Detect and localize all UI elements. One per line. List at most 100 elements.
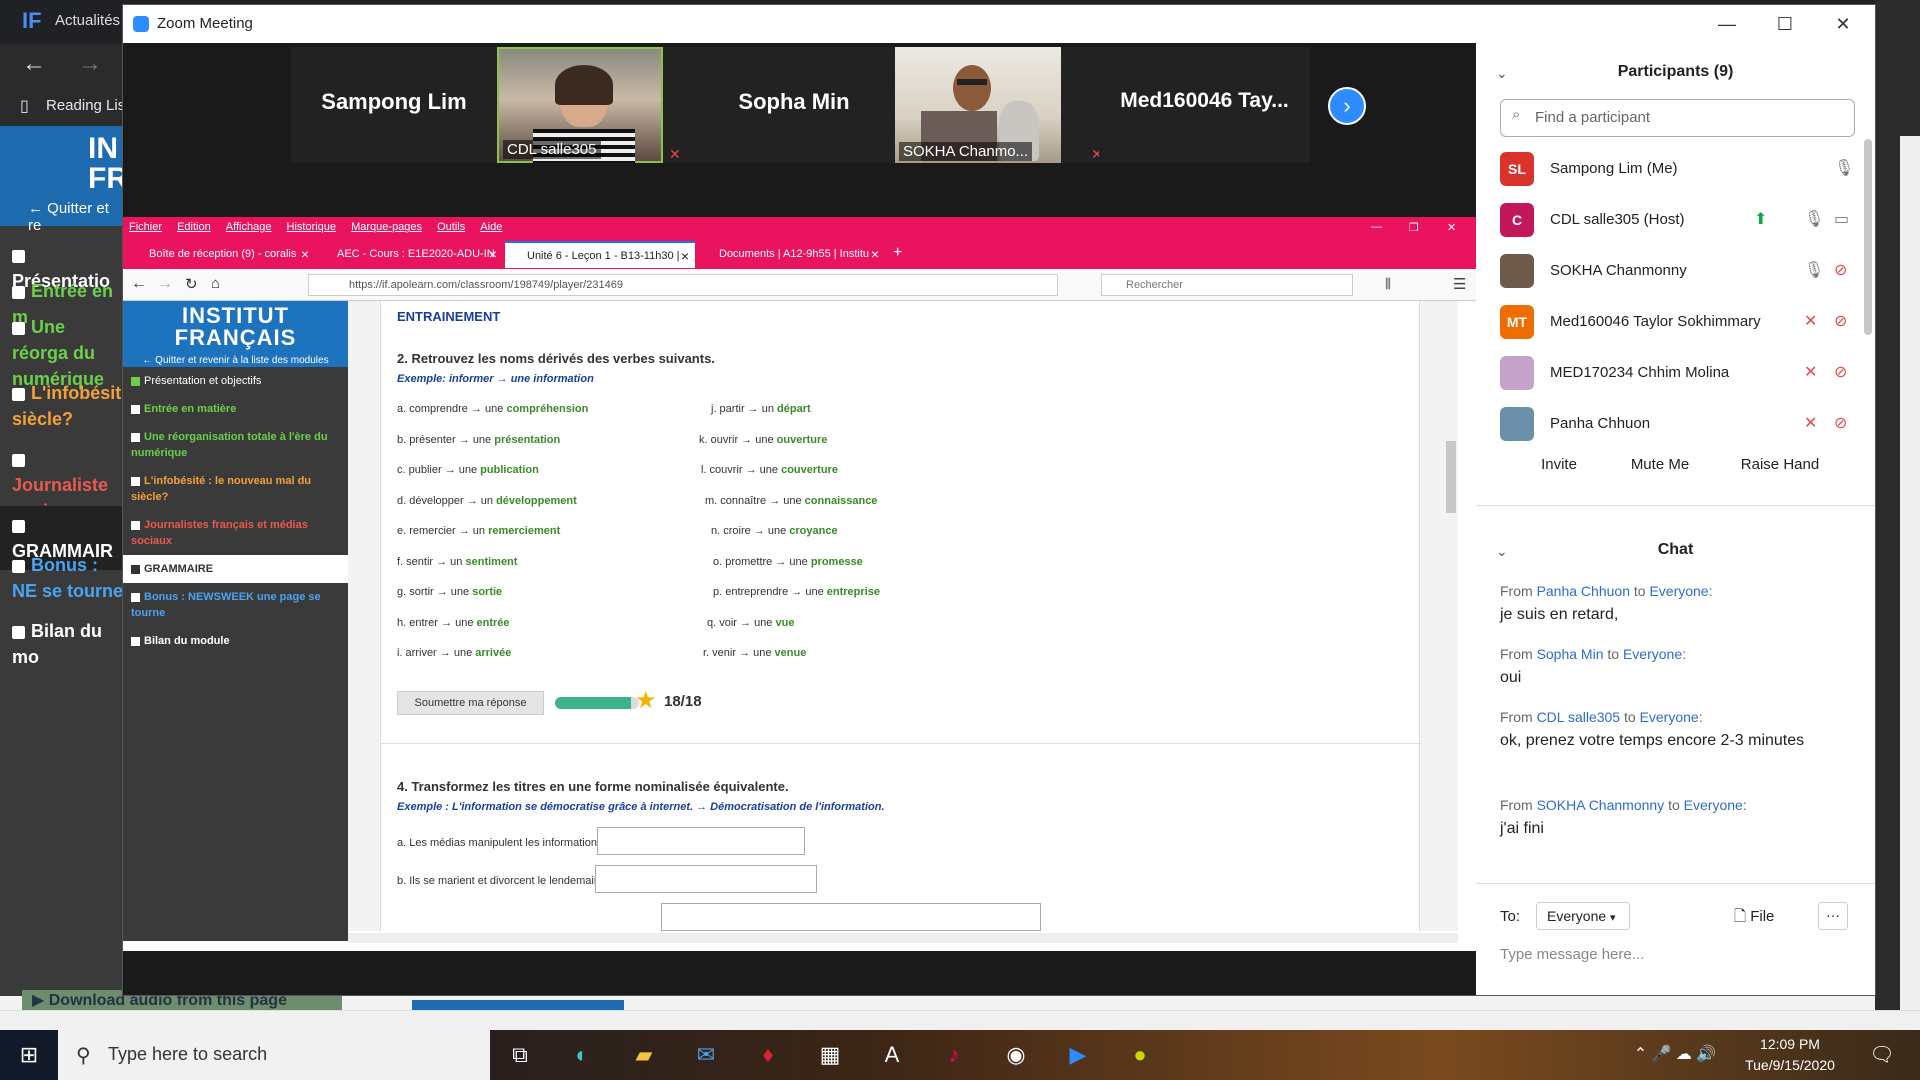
tab-close-icon[interactable]: × bbox=[489, 246, 497, 262]
zoom-taskbar-icon[interactable]: ▶ bbox=[1058, 1038, 1098, 1072]
tab-close-icon[interactable]: × bbox=[871, 246, 879, 262]
library-icon[interactable]: ⫼ bbox=[1385, 276, 1391, 292]
reading-list-bookmark[interactable]: Reading Lis bbox=[46, 97, 125, 114]
submit-answer-button[interactable]: Soumettre ma réponse bbox=[397, 691, 544, 715]
chat-sender-link[interactable]: CDL salle305 bbox=[1537, 709, 1621, 725]
find-participant-input[interactable]: Find a participant bbox=[1500, 99, 1855, 137]
video-off-icon[interactable]: ⊘ bbox=[1834, 311, 1847, 331]
menu-edition[interactable]: Edition bbox=[171, 217, 217, 237]
close-icon[interactable]: ✕ bbox=[1823, 11, 1863, 37]
chat-sender-link[interactable]: Panha Chhuon bbox=[1537, 583, 1630, 599]
edge-browser-icon[interactable]: ◐ bbox=[562, 1038, 602, 1072]
new-tab-icon[interactable]: + bbox=[893, 244, 902, 262]
tab-inbox[interactable]: Boîte de réception (9) - coralis × bbox=[127, 241, 315, 268]
mic-icon[interactable]: 🎙 bbox=[1804, 209, 1824, 229]
video-tile-sopha-min[interactable]: Sopha Min bbox=[691, 47, 897, 163]
notification-icon[interactable]: 🗨 bbox=[1862, 1038, 1902, 1072]
ff-restore-icon[interactable]: ❐ bbox=[1409, 221, 1419, 234]
reload-icon[interactable]: ↻ bbox=[185, 275, 198, 293]
chat-recipient-link[interactable]: Everyone bbox=[1640, 709, 1699, 725]
store-icon[interactable]: ▦ bbox=[810, 1038, 850, 1072]
menu-fichier[interactable]: Fichier bbox=[123, 217, 168, 237]
video-off-icon[interactable]: ⊘ bbox=[1834, 260, 1847, 280]
mute-me-button[interactable]: Mute Me bbox=[1620, 451, 1700, 479]
menu-affichage[interactable]: Affichage bbox=[220, 217, 278, 237]
participant-row[interactable]: SOKHA Chanmonny 🎙 ⊘ bbox=[1500, 251, 1855, 291]
video-camera-icon[interactable]: ▭ bbox=[1834, 209, 1849, 229]
course-module-item[interactable]: Une réorganisation totale à l'ère du num… bbox=[123, 423, 348, 467]
menu-outils[interactable]: Outils bbox=[431, 217, 471, 237]
video-tile-sampong-lim[interactable]: Sampong Lim bbox=[291, 47, 497, 163]
participant-row[interactable]: MED170234 Chhim Molina ✕ ⊘ bbox=[1500, 353, 1855, 393]
answer-input-b[interactable] bbox=[595, 865, 817, 893]
taskbar-clock[interactable]: 12:09 PM Tue/9/15/2020 bbox=[1740, 1034, 1840, 1076]
tab-aec-cours[interactable]: AEC - Cours : E1E2020-ADU-IN × bbox=[315, 241, 503, 268]
invite-button[interactable]: Invite bbox=[1528, 451, 1590, 479]
forward-arrow-icon[interactable]: → bbox=[78, 50, 102, 78]
participant-row[interactable]: Panha Chhuon ✕ ⊘ bbox=[1500, 404, 1855, 444]
menu-historique[interactable]: Historique bbox=[281, 217, 343, 237]
tab-close-icon[interactable]: × bbox=[301, 246, 309, 262]
more-options-button[interactable]: ··· bbox=[1818, 902, 1848, 930]
content-horizontal-scrollbar[interactable] bbox=[348, 933, 1458, 943]
menu-marque-pages[interactable]: Marque-pages bbox=[345, 217, 428, 237]
forward-icon[interactable]: → bbox=[157, 275, 173, 293]
tab-unite-6[interactable]: Unité 6 - Leçon 1 - B13-11h30 | × bbox=[505, 241, 695, 268]
acrobat-icon[interactable]: A bbox=[872, 1038, 912, 1072]
file-explorer-icon[interactable]: ▰ bbox=[624, 1038, 664, 1072]
tab-documents[interactable]: Documents | A12-9h55 | Institu × bbox=[697, 241, 885, 268]
participant-row[interactable]: C CDL salle305 (Host) ⬆ 🎙 ▭ bbox=[1500, 200, 1855, 240]
taskbar-search-input[interactable]: ⚲ Type here to search bbox=[58, 1030, 490, 1080]
chat-recipient-link[interactable]: Everyone bbox=[1684, 797, 1743, 813]
mail-icon[interactable]: ✉ bbox=[686, 1038, 726, 1072]
participant-row[interactable]: MT Med160046 Taylor Sokhimmary ✕ ⊘ bbox=[1500, 302, 1855, 342]
firefox-search-input[interactable]: Rechercher bbox=[1101, 274, 1353, 296]
participant-row[interactable]: SL Sampong Lim (Me) 🎙 bbox=[1500, 149, 1855, 189]
mic-icon[interactable]: 🎙 bbox=[1834, 158, 1854, 178]
url-bar[interactable]: https://if.apolearn.com/classroom/198749… bbox=[308, 274, 1058, 296]
ff-minimize-icon[interactable]: — bbox=[1371, 221, 1382, 233]
background-quit-link[interactable]: ← Quitter et re bbox=[28, 200, 125, 234]
minimize-icon[interactable]: — bbox=[1707, 11, 1747, 37]
chat-sender-link[interactable]: SOKHA Chanmonny bbox=[1537, 797, 1665, 813]
background-sidebar-item[interactable]: L'infobésit siècle? bbox=[0, 374, 125, 438]
quit-modules-link[interactable]: ← Quitter et revenir à la liste des modu… bbox=[123, 355, 348, 366]
task-view-icon[interactable]: ⧉ bbox=[500, 1038, 540, 1072]
video-off-icon[interactable]: ⊘ bbox=[1834, 362, 1847, 382]
menu-aide[interactable]: Aide bbox=[474, 217, 508, 237]
app-red-icon[interactable]: ♦ bbox=[748, 1038, 788, 1072]
back-icon[interactable]: ← bbox=[131, 275, 147, 293]
course-module-item[interactable]: Entrée en matière bbox=[123, 395, 348, 423]
music-icon[interactable]: ♪ bbox=[934, 1038, 974, 1072]
participants-scrollbar[interactable] bbox=[1864, 139, 1872, 335]
maximize-icon[interactable]: ☐ bbox=[1765, 11, 1805, 37]
course-module-item[interactable]: Journalistes français et médias sociaux bbox=[123, 511, 348, 555]
recipient-select[interactable]: Everyone ▾ bbox=[1536, 902, 1630, 930]
file-button[interactable]: 🗋 File bbox=[1734, 906, 1774, 931]
windows-start-icon[interactable]: ⊞ bbox=[0, 1030, 58, 1080]
course-module-item[interactable]: Présentation et objectifs bbox=[123, 367, 348, 395]
back-arrow-icon[interactable]: ← bbox=[22, 50, 46, 78]
mic-icon[interactable]: 🎙 bbox=[1804, 260, 1824, 280]
muted-mic-icon[interactable]: ✕ bbox=[1804, 413, 1817, 433]
video-tile-med160046[interactable]: Med160046 Tay... bbox=[1099, 47, 1310, 163]
content-scrollbar[interactable] bbox=[1446, 441, 1456, 513]
video-tile-sokha-chanmonny[interactable]: SOKHA Chanmo... bbox=[895, 47, 1061, 163]
answer-input-c[interactable] bbox=[661, 903, 1041, 931]
answer-input-a[interactable] bbox=[597, 827, 805, 855]
course-module-item[interactable]: Bonus : NEWSWEEK une page se tourne bbox=[123, 583, 348, 627]
menu-icon[interactable]: ☰ bbox=[1453, 275, 1466, 293]
muted-mic-icon[interactable]: ✕ bbox=[1804, 362, 1817, 382]
background-tab-title[interactable]: Actualités bbox=[55, 12, 120, 29]
chat-message-input[interactable]: Type message here... bbox=[1500, 946, 1644, 963]
chat-recipient-link[interactable]: Everyone bbox=[1649, 583, 1708, 599]
video-off-icon[interactable]: ⊘ bbox=[1834, 413, 1847, 433]
system-tray-icons[interactable]: ⌃ 🎤 ☁ 🔊 bbox=[1620, 1038, 1730, 1072]
background-horizontal-scrollbar[interactable] bbox=[0, 1010, 1920, 1030]
chat-sender-link[interactable]: Sopha Min bbox=[1537, 646, 1604, 662]
background-scrollbar[interactable] bbox=[1900, 136, 1920, 1016]
institut-francais-logo[interactable]: INSTITUT FRANÇAIS ← Quitter et revenir à… bbox=[123, 301, 348, 367]
background-sidebar-item[interactable]: Bonus : NE se tourne bbox=[0, 546, 125, 610]
raise-hand-button[interactable]: Raise Hand bbox=[1732, 451, 1828, 479]
course-module-item[interactable]: Bilan du module bbox=[123, 627, 348, 655]
